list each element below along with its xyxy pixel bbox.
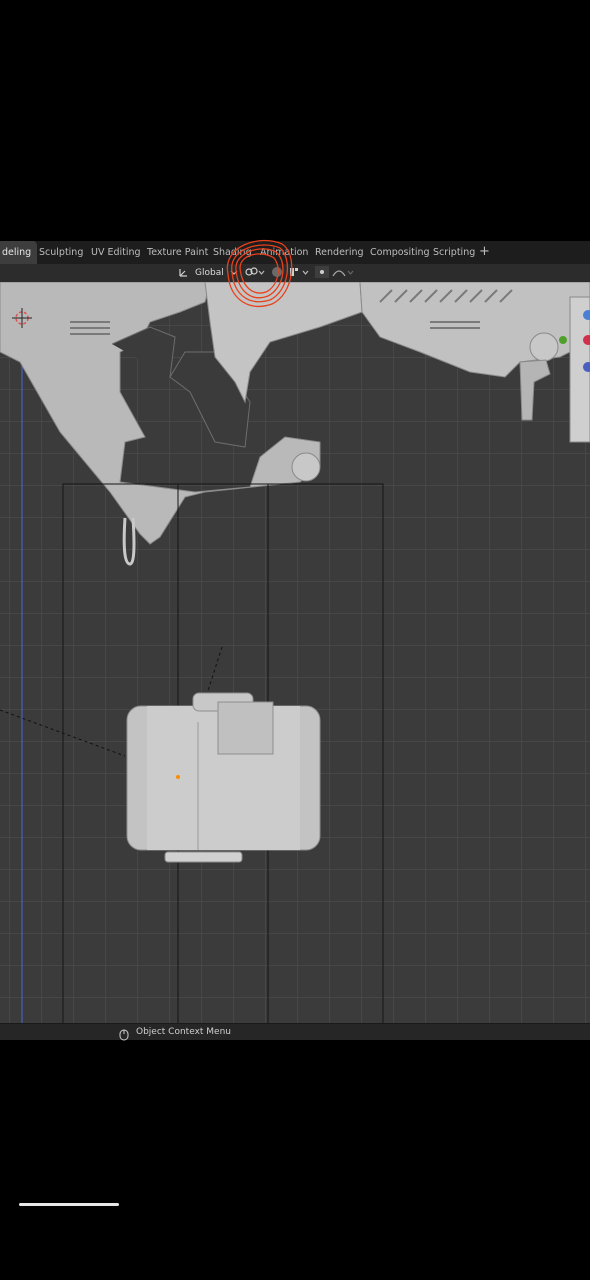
tab-texture-paint[interactable]: Texture Paint (141, 241, 214, 264)
tab-modeling[interactable]: deling (0, 241, 38, 264)
annotation-scribble (226, 239, 293, 308)
status-hint: Object Context Menu (136, 1027, 232, 1037)
tab-rendering[interactable]: Rendering (309, 241, 370, 264)
tab-compositing[interactable]: Compositing (364, 241, 436, 264)
add-workspace-button[interactable]: + (479, 241, 490, 264)
proportional-edit-icon[interactable] (315, 266, 355, 280)
gizmo-green-axis[interactable] (559, 336, 567, 344)
axes-icon[interactable] (178, 266, 190, 280)
3d-viewport[interactable] (0, 282, 590, 1023)
tab-uv-editing[interactable]: UV Editing (85, 241, 147, 264)
tab-sculpting[interactable]: Sculpting (33, 241, 89, 264)
box-model[interactable] (126, 692, 321, 863)
home-indicator[interactable] (19, 1203, 119, 1206)
tab-scripting[interactable]: Scripting (427, 241, 481, 264)
mouse-icon (119, 1026, 129, 1045)
weapon-model[interactable] (0, 282, 590, 566)
status-bar: Object Context Menu (0, 1023, 590, 1041)
